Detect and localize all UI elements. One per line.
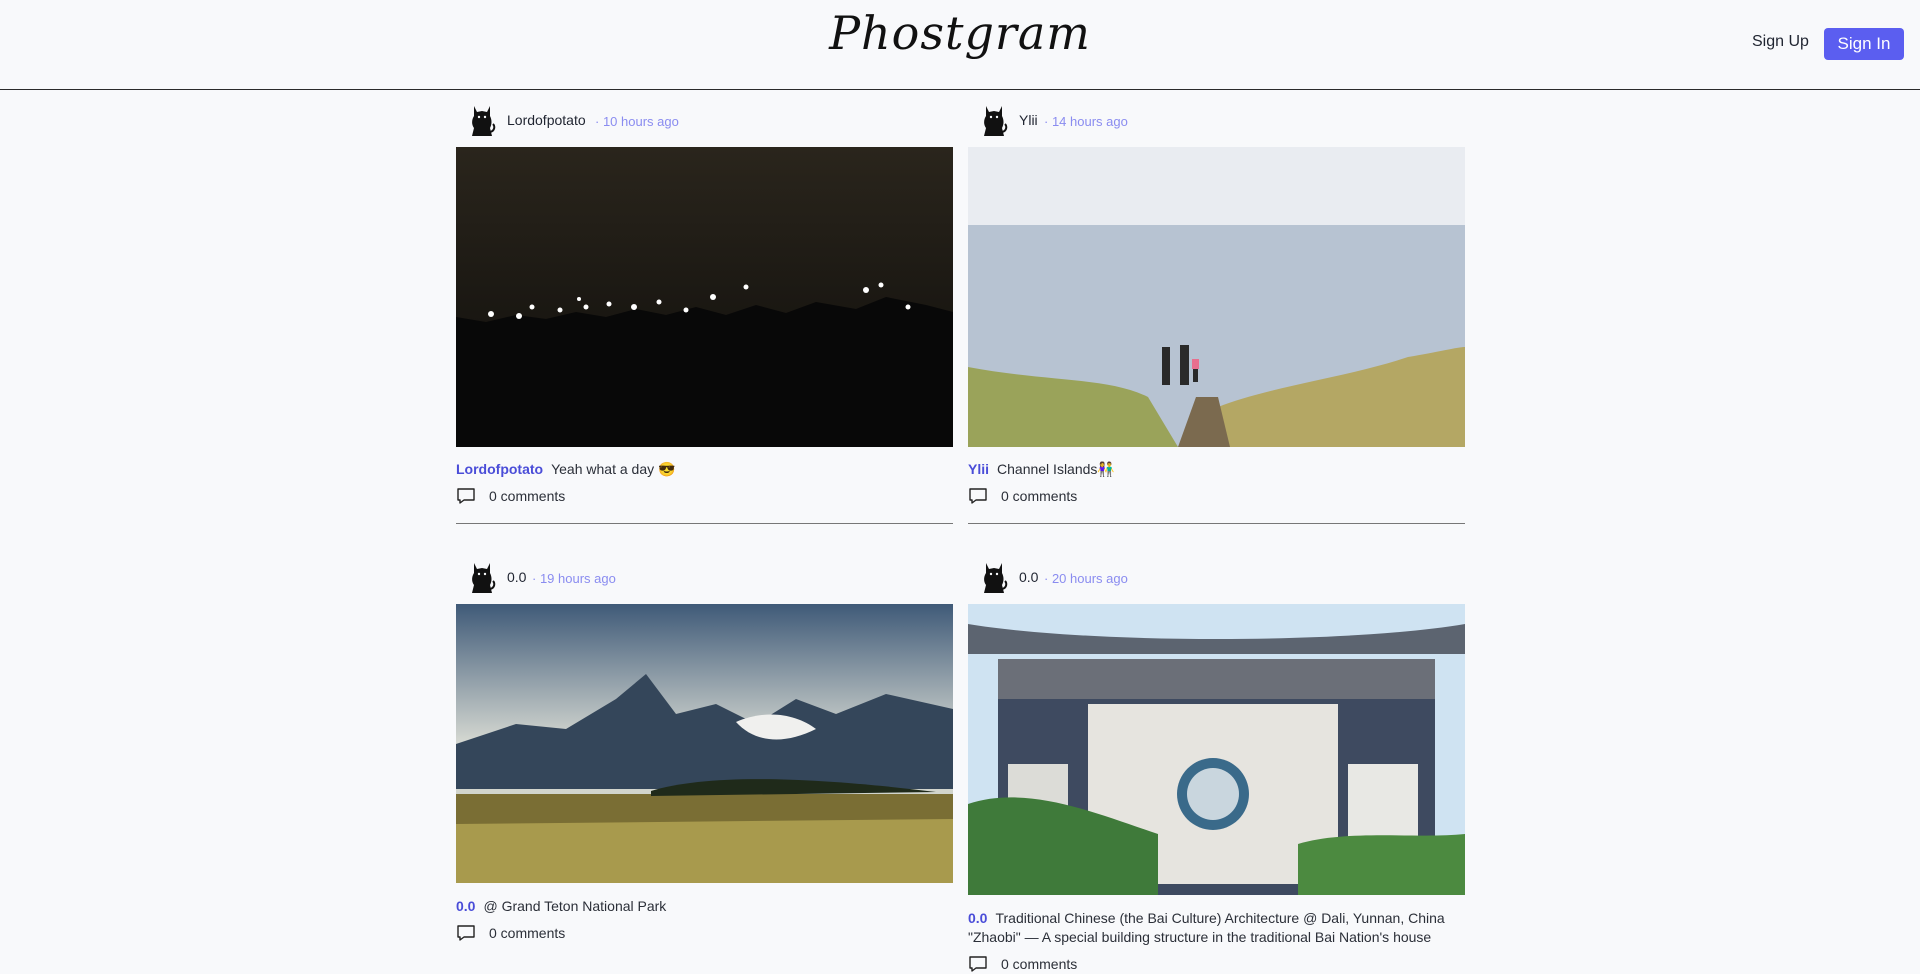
post-time: · 20 hours ago: [1044, 571, 1128, 586]
post-image[interactable]: [456, 604, 953, 883]
post-divider: [456, 523, 953, 524]
caption-text: @ Grand Teton National Park: [483, 898, 667, 914]
cat-avatar-icon[interactable]: [980, 102, 1008, 138]
post-caption: 0.0 @ Grand Teton National Park: [456, 897, 956, 916]
comments-link[interactable]: 0 comments: [968, 486, 1077, 506]
post-author[interactable]: Lordofpotato: [507, 112, 586, 128]
post-caption: 0.0 Traditional Chinese (the Bai Culture)…: [968, 909, 1468, 947]
comment-icon: [969, 956, 987, 972]
caption-text: Yeah what a day 😎: [551, 461, 676, 477]
post-author[interactable]: 0.0: [1019, 569, 1038, 585]
app-logo[interactable]: Phostgram: [0, 6, 1920, 60]
post-author[interactable]: 0.0: [507, 569, 526, 585]
post-card: Ylii · 14 hours ago Ylii Channel Islands👫…: [968, 100, 1465, 525]
comments-link[interactable]: 0 comments: [968, 954, 1077, 974]
top-bar: Phostgram Sign Up Sign In: [0, 0, 1920, 90]
post-image[interactable]: [968, 604, 1465, 895]
comments-link[interactable]: 0 comments: [456, 486, 565, 506]
comments-count: 0 comments: [489, 925, 566, 941]
caption-author[interactable]: Lordofpotato: [456, 461, 543, 477]
comments-count: 0 comments: [1001, 488, 1078, 504]
post-time: · 14 hours ago: [1044, 114, 1128, 129]
post-card: Lordofpotato · 10 hours ago Lordofpotato…: [456, 100, 953, 525]
post-image[interactable]: [456, 147, 953, 447]
cat-avatar-icon[interactable]: [980, 559, 1008, 595]
caption-text-line2: "Zhaobi" — A special building structure …: [968, 929, 1432, 945]
caption-author[interactable]: Ylii: [968, 461, 989, 477]
comments-count: 0 comments: [489, 488, 566, 504]
post-header: 0.0 · 19 hours ago: [456, 557, 953, 603]
cat-avatar-icon[interactable]: [468, 102, 496, 138]
comments-link[interactable]: 0 comments: [456, 923, 565, 943]
sign-up-link[interactable]: Sign Up: [1752, 33, 1809, 51]
comment-icon: [969, 488, 987, 504]
caption-author[interactable]: 0.0: [456, 898, 475, 914]
post-image[interactable]: [968, 147, 1465, 447]
post-header: 0.0 · 20 hours ago: [968, 557, 1465, 603]
post-time: · 10 hours ago: [595, 114, 679, 129]
sign-in-button[interactable]: Sign In: [1824, 28, 1904, 60]
post-header: Ylii · 14 hours ago: [968, 100, 1465, 146]
post-caption: Lordofpotato Yeah what a day 😎: [456, 460, 956, 479]
post-caption: Ylii Channel Islands👫: [968, 460, 1468, 479]
post-card: 0.0 · 19 hours ago 0.0 @ Grand Teton Nati…: [456, 557, 953, 961]
post-card: 0.0 · 20 hours ago 0.0 Traditional Chines…: [968, 557, 1468, 972]
post-divider: [968, 523, 1465, 524]
comment-icon: [457, 488, 475, 504]
caption-text: Traditional Chinese (the Bai Culture) Ar…: [995, 910, 1445, 926]
post-time: · 19 hours ago: [532, 571, 616, 586]
caption-author[interactable]: 0.0: [968, 910, 987, 926]
caption-text: Channel Islands👫: [997, 461, 1115, 477]
cat-avatar-icon[interactable]: [468, 559, 496, 595]
post-header: Lordofpotato · 10 hours ago: [456, 100, 953, 146]
comments-count: 0 comments: [1001, 956, 1078, 972]
comment-icon: [457, 925, 475, 941]
post-author[interactable]: Ylii: [1019, 112, 1038, 128]
